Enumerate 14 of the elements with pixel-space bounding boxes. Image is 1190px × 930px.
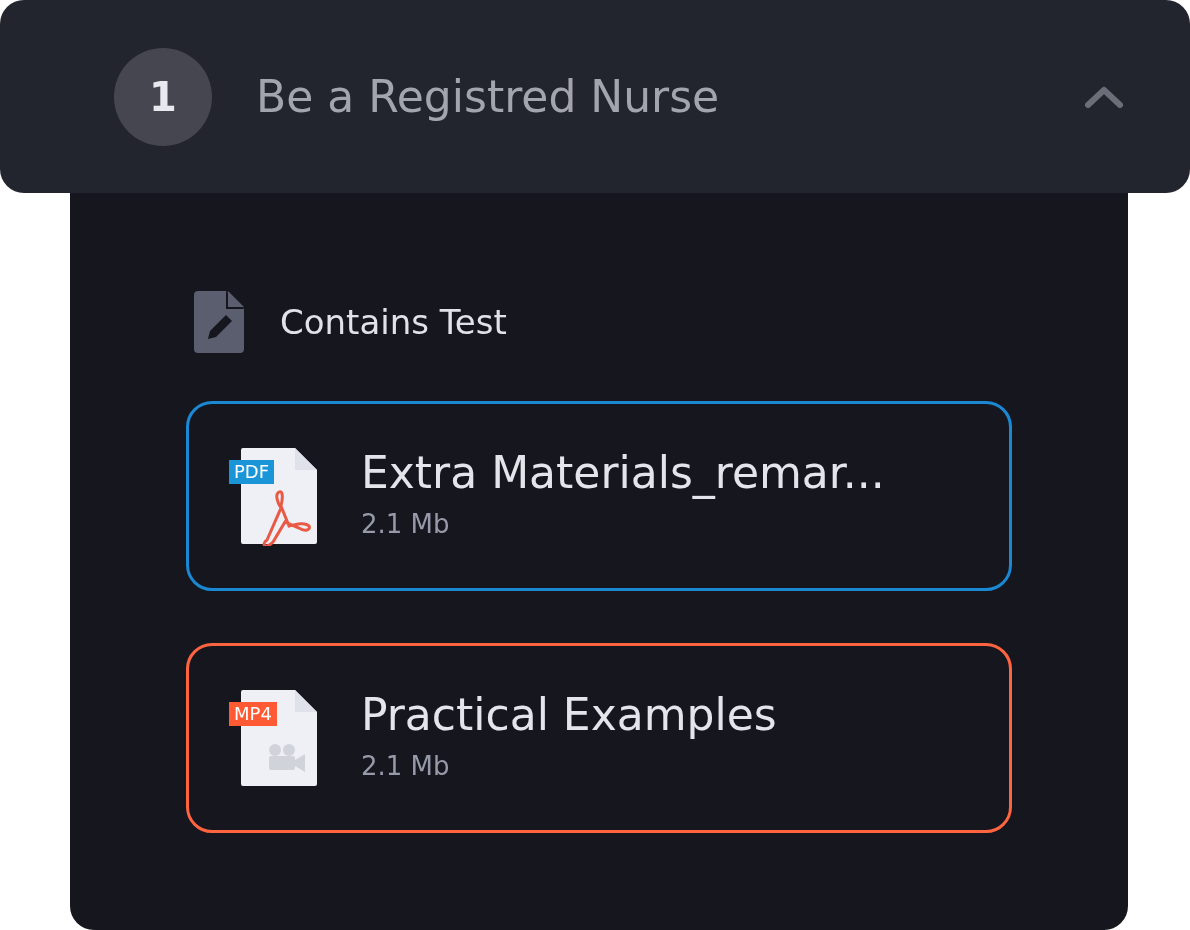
file-name: Practical Examples: [361, 690, 777, 741]
chevron-up-icon[interactable]: [1084, 84, 1124, 109]
step-number: 1: [114, 47, 212, 146]
document-edit-icon: [194, 291, 244, 353]
test-note: Contains Test: [280, 300, 507, 344]
file-type-label: MP4: [229, 702, 277, 726]
file-card[interactable]: MP4 Practical Examples 2.1 Mb: [186, 643, 1012, 833]
file-card[interactable]: PDF Extra Materials_remar... 2.1 Mb: [186, 401, 1012, 591]
file-type-label: PDF: [229, 460, 275, 484]
file-size: 2.1 Mb: [361, 749, 451, 783]
file-name: Extra Materials_remar...: [361, 448, 885, 499]
file-size: 2.1 Mb: [361, 507, 451, 541]
section-header[interactable]: 1 Be a Registred Nurse: [0, 0, 1190, 193]
section-title: Be a Registred Nurse: [256, 69, 720, 124]
